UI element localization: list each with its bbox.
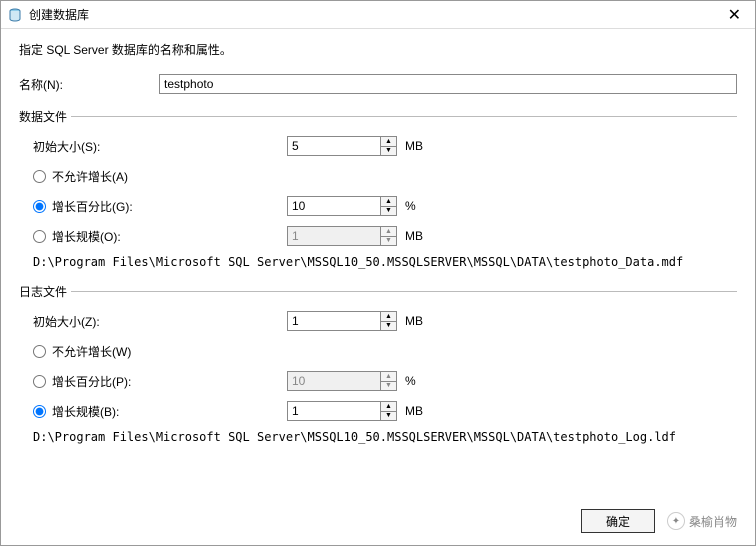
data-growth-percent-row: 增长百分比(G): ▲▼ % [33, 195, 737, 217]
titlebar: 创建数据库 ✕ [1, 1, 755, 29]
description-text: 指定 SQL Server 数据库的名称和属性。 [19, 41, 737, 58]
log-file-group: 日志文件 初始大小(Z): ▲▼ MB 不允许增长(W) 增长百分比(P): [19, 283, 737, 448]
spinner-up-icon[interactable]: ▲ [381, 402, 396, 412]
data-growth-scale-spinner: ▲▼ [287, 226, 397, 246]
log-initial-size-input[interactable] [288, 312, 380, 330]
spinner-down-icon[interactable]: ▼ [381, 412, 396, 421]
log-growth-percent-unit: % [405, 374, 416, 388]
spinner-down-icon: ▼ [381, 237, 396, 246]
watermark: ✦ 桑榆肖物 [667, 512, 737, 530]
watermark-text: 桑榆肖物 [689, 513, 737, 530]
log-growth-scale-spinner[interactable]: ▲▼ [287, 401, 397, 421]
name-input[interactable] [159, 74, 737, 94]
log-growth-scale-radio[interactable] [33, 405, 46, 418]
data-initial-size-input[interactable] [288, 137, 380, 155]
log-no-growth-label: 不允许增长(W) [52, 343, 131, 360]
data-file-legend: 数据文件 [19, 108, 71, 125]
data-growth-scale-radio[interactable] [33, 230, 46, 243]
close-button[interactable]: ✕ [720, 5, 749, 25]
data-growth-scale-label: 增长规模(O): [52, 228, 121, 245]
data-growth-percent-radio[interactable] [33, 200, 46, 213]
log-initial-size-unit: MB [405, 314, 423, 328]
log-file-path: D:\Program Files\Microsoft SQL Server\MS… [33, 430, 737, 444]
log-growth-scale-label: 增长规模(B): [52, 403, 119, 420]
watermark-icon: ✦ [667, 512, 685, 530]
spinner-up-icon: ▲ [381, 372, 396, 382]
data-growth-percent-label: 增长百分比(G): [52, 198, 133, 215]
log-initial-size-label: 初始大小(Z): [33, 313, 287, 330]
data-initial-size-unit: MB [405, 139, 423, 153]
data-growth-scale-row: 增长规模(O): ▲▼ MB [33, 225, 737, 247]
log-growth-percent-radio[interactable] [33, 375, 46, 388]
spinner-down-icon[interactable]: ▼ [381, 207, 396, 216]
data-initial-size-label: 初始大小(S): [33, 138, 287, 155]
data-no-growth-radio[interactable] [33, 170, 46, 183]
dialog-window: 创建数据库 ✕ 指定 SQL Server 数据库的名称和属性。 名称(N): … [0, 0, 756, 546]
log-growth-scale-input[interactable] [288, 402, 380, 420]
log-growth-percent-row: 增长百分比(P): ▲▼ % [33, 370, 737, 392]
name-label: 名称(N): [19, 76, 159, 93]
spinner-up-icon[interactable]: ▲ [381, 137, 396, 147]
data-no-growth-label: 不允许增长(A) [52, 168, 128, 185]
spinner-up-icon[interactable]: ▲ [381, 197, 396, 207]
spinner-down-icon[interactable]: ▼ [381, 147, 396, 156]
data-growth-percent-spinner[interactable]: ▲▼ [287, 196, 397, 216]
spinner-down-icon[interactable]: ▼ [381, 322, 396, 331]
log-growth-scale-unit: MB [405, 404, 423, 418]
data-initial-size-row: 初始大小(S): ▲▼ MB [33, 135, 737, 157]
spinner-up-icon[interactable]: ▲ [381, 312, 396, 322]
log-growth-percent-label: 增长百分比(P): [52, 373, 131, 390]
data-no-growth-row: 不允许增长(A) [33, 165, 737, 187]
data-file-path: D:\Program Files\Microsoft SQL Server\MS… [33, 255, 737, 269]
spinner-up-icon: ▲ [381, 227, 396, 237]
log-growth-percent-spinner: ▲▼ [287, 371, 397, 391]
log-file-legend: 日志文件 [19, 283, 71, 300]
name-row: 名称(N): [19, 74, 737, 94]
spinner-down-icon: ▼ [381, 382, 396, 391]
database-icon [7, 7, 23, 23]
window-title: 创建数据库 [29, 6, 720, 23]
content-area: 指定 SQL Server 数据库的名称和属性。 名称(N): 数据文件 初始大… [1, 29, 755, 470]
data-initial-size-spinner[interactable]: ▲▼ [287, 136, 397, 156]
log-initial-size-row: 初始大小(Z): ▲▼ MB [33, 310, 737, 332]
log-initial-size-spinner[interactable]: ▲▼ [287, 311, 397, 331]
button-bar: 确定 ✦ 桑榆肖物 [581, 509, 737, 533]
log-growth-percent-input [288, 372, 380, 390]
ok-button[interactable]: 确定 [581, 509, 655, 533]
log-no-growth-radio[interactable] [33, 345, 46, 358]
data-file-group: 数据文件 初始大小(S): ▲▼ MB 不允许增长(A) 增长百分比(G): [19, 108, 737, 273]
data-growth-percent-unit: % [405, 199, 416, 213]
data-growth-scale-unit: MB [405, 229, 423, 243]
data-growth-percent-input[interactable] [288, 197, 380, 215]
log-growth-scale-row: 增长规模(B): ▲▼ MB [33, 400, 737, 422]
log-no-growth-row: 不允许增长(W) [33, 340, 737, 362]
data-growth-scale-input [288, 227, 380, 245]
